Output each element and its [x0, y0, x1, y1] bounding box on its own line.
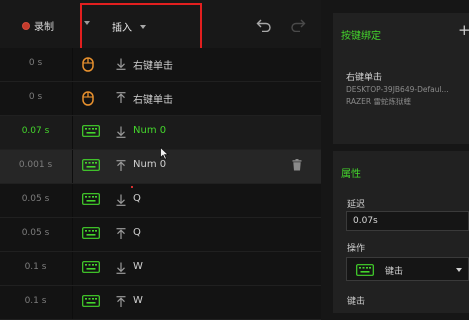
keyboard-icon — [82, 261, 100, 276]
event-action: Num 0 — [133, 159, 167, 170]
event-action: Q — [133, 227, 141, 238]
event-delay: 0.1 s — [24, 296, 47, 306]
chevron-down-icon — [456, 268, 462, 272]
macro-event-row[interactable]: 0.05 s Q — [0, 218, 321, 252]
marker-dot — [131, 186, 133, 188]
event-action: Q — [133, 193, 141, 204]
event-action: Num 0 — [133, 125, 167, 136]
action-select[interactable]: 键击 — [346, 257, 469, 281]
add-binding-button[interactable]: + — [458, 21, 469, 39]
key-up-icon — [116, 296, 126, 311]
mouse-icon — [82, 57, 94, 75]
event-delay: 0 s — [28, 92, 43, 102]
redo-icon[interactable] — [290, 18, 306, 32]
event-delay: 0.05 s — [21, 228, 50, 238]
keyboard-icon — [82, 125, 100, 140]
column-divider — [72, 286, 73, 319]
panel-title: 按键绑定 — [341, 31, 381, 42]
key-down-icon — [116, 262, 126, 277]
key-down-icon — [116, 126, 126, 141]
column-divider — [72, 116, 73, 149]
event-action: 右键单击 — [133, 61, 173, 72]
event-action: W — [133, 261, 143, 272]
keyboard-icon — [82, 295, 100, 310]
macro-event-row[interactable]: 0 s 右键单击 — [0, 48, 321, 82]
column-divider — [72, 252, 73, 285]
action-label: 操作 — [347, 244, 366, 254]
macro-event-row[interactable]: 0.05 s Q — [0, 184, 321, 218]
mouse-icon — [82, 91, 94, 109]
record-label: 录制 — [34, 22, 54, 33]
event-action: 右键单击 — [133, 95, 173, 106]
macro-event-row[interactable]: 0.1 s W — [0, 252, 321, 286]
keyboard-icon — [82, 193, 100, 208]
event-delay: 0.05 s — [21, 194, 50, 204]
delay-label: 延迟 — [347, 200, 366, 210]
column-divider — [72, 218, 73, 251]
keyboard-icon — [82, 159, 100, 174]
properties-panel: 属性 延迟 0.07s 操作 键击 键击 — [333, 151, 469, 313]
column-divider — [72, 150, 73, 183]
key-up-icon — [116, 160, 126, 175]
key-down-icon — [116, 194, 126, 209]
binding-name[interactable]: 右键单击 — [346, 70, 382, 83]
key-binding-panel: 按键绑定 + 右键单击 DESKTOP-39JB649-Defaul... RA… — [333, 13, 469, 144]
panel-title: 属性 — [341, 169, 361, 180]
column-divider — [72, 184, 73, 217]
delay-input[interactable]: 0.07s — [346, 211, 469, 231]
macro-event-row[interactable]: 0 s 右键单击 — [0, 82, 321, 116]
record-button[interactable]: 录制 — [22, 18, 54, 33]
macro-event-row[interactable]: 0.07 s Num 0 — [0, 116, 321, 150]
mouse-cursor-icon — [160, 147, 169, 160]
key-down-icon — [116, 58, 126, 73]
event-delay: 0 s — [28, 58, 43, 68]
event-delay: 0.001 s — [18, 160, 53, 170]
macro-event-row[interactable]: 0.1 s W — [0, 286, 321, 320]
record-icon — [22, 21, 30, 30]
event-action: W — [133, 295, 143, 306]
annotation-highlight-box — [80, 3, 202, 53]
keyboard-icon — [82, 227, 100, 242]
macro-toolbar: 录制 插入 — [0, 0, 321, 53]
key-label: 键击 — [347, 297, 366, 307]
binding-profile: RAZER 雷蛇炼狱蝰 — [346, 97, 412, 106]
column-divider — [72, 48, 73, 81]
binding-device: DESKTOP-39JB649-Defaul... — [346, 85, 449, 94]
key-up-icon — [116, 228, 126, 243]
event-delay: 0.1 s — [24, 262, 47, 272]
action-select-value: 键击 — [385, 267, 404, 277]
column-divider — [72, 82, 73, 115]
keyboard-icon — [356, 264, 374, 276]
trash-icon[interactable] — [292, 159, 302, 174]
macro-event-list: 0 s 右键单击 0 s 右键单击 0.07 s Num 0 0.001 s Num 0 0.0… — [0, 48, 321, 320]
event-delay: 0.07 s — [21, 126, 50, 136]
key-up-icon — [116, 92, 126, 107]
macro-editor: 录制 插入 0 s 右键单击 0 s 右键单击 0.07 s Num 0 0.001 s Nu… — [0, 0, 321, 320]
undo-icon[interactable] — [256, 18, 272, 32]
